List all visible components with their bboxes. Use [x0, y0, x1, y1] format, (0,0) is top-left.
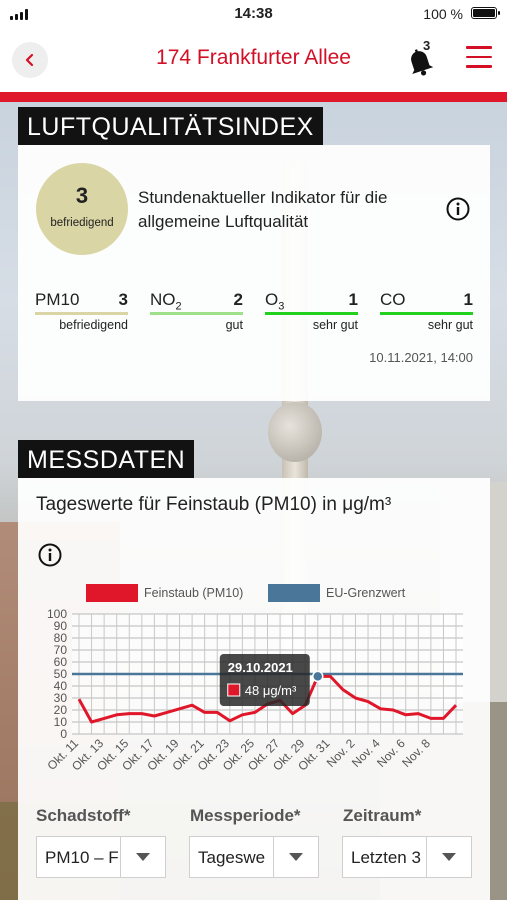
- air-quality-heading: LUFTQUALITÄTSINDEX: [18, 107, 323, 145]
- tv-tower-sphere: [268, 402, 322, 462]
- pollutant-co: CO 1 sehr gut: [380, 288, 473, 333]
- notification-count: 3: [423, 38, 431, 53]
- tooltip-swatch: [227, 683, 241, 697]
- y-tick-label: 30: [54, 691, 68, 705]
- range-select[interactable]: Letzten 3: [342, 836, 472, 878]
- pollutant-rating: sehr gut: [427, 318, 473, 332]
- aqi-label: befriedigend: [50, 217, 114, 229]
- chart-title: Tageswerte für Feinstaub (PM10) in μg/m³: [36, 494, 392, 515]
- filter-label-period: Messperiode*: [190, 806, 301, 825]
- info-icon[interactable]: [38, 543, 62, 567]
- filter-label-range: Zeitraum*: [343, 806, 422, 825]
- header-accent-bar: [0, 92, 507, 102]
- pollutant-value: 2: [233, 290, 243, 309]
- y-tick-label: 40: [54, 679, 68, 693]
- pollutant-bar: [380, 312, 473, 315]
- measurements-heading: MESSDATEN: [18, 440, 195, 478]
- info-icon[interactable]: [446, 197, 470, 221]
- tooltip-date: 29.10.2021: [228, 660, 293, 675]
- pollutant-name: PM10: [35, 290, 80, 309]
- filter-label-pollutant: Schadstoff*: [36, 806, 131, 825]
- bell-icon[interactable]: [400, 40, 440, 80]
- measurement-timestamp: 10.11.2021, 14:00: [369, 350, 473, 365]
- y-tick-label: 80: [54, 631, 68, 645]
- tooltip-value: 48 μg/m³: [245, 683, 297, 698]
- y-tick-label: 10: [54, 715, 68, 729]
- pollutant-name: CO: [380, 290, 406, 309]
- pollutant-value: 1: [348, 290, 358, 309]
- y-tick-label: 60: [54, 655, 68, 669]
- hamburger-menu-icon[interactable]: [466, 46, 492, 68]
- pollutant-name: O3: [265, 290, 285, 313]
- y-tick-label: 50: [54, 667, 68, 681]
- aqi-value: 3: [75, 183, 89, 208]
- battery-percent: 100 %: [423, 6, 463, 22]
- pollutant-pm10: PM10 3 befriedigend: [35, 288, 128, 333]
- select-value: Tageswe: [198, 848, 266, 867]
- pm10-chart[interactable]: 0102030405060708090100Okt. 11Okt. 13Okt.…: [0, 600, 507, 800]
- select-value: PM10 – F: [45, 848, 119, 867]
- chevron-down-icon: [273, 837, 318, 877]
- y-tick-label: 0: [60, 727, 67, 741]
- pollutant-rating: sehr gut: [312, 318, 358, 332]
- y-tick-label: 90: [54, 619, 68, 633]
- chevron-down-icon: [120, 837, 165, 877]
- y-tick-label: 70: [54, 643, 68, 657]
- battery-icon: [471, 7, 500, 19]
- pollutant-bar: [35, 312, 128, 315]
- legend-label: Feinstaub (PM10): [144, 586, 244, 600]
- pollutant-select[interactable]: PM10 – F: [36, 836, 166, 878]
- pollutant-rating: gut: [225, 318, 243, 332]
- period-select[interactable]: Tageswe: [189, 836, 319, 878]
- pollutant-value: 3: [118, 290, 128, 309]
- y-tick-label: 20: [54, 703, 68, 717]
- app-header: 174 Frankfurter Allee 3: [0, 30, 507, 92]
- y-tick-label: 100: [47, 607, 67, 621]
- select-value: Letzten 3: [351, 848, 421, 867]
- pollutant-bar: [150, 312, 243, 315]
- pollutant-rating: befriedigend: [59, 318, 128, 332]
- aqi-badge: 3 befriedigend: [36, 163, 128, 255]
- highlighted-point: [312, 670, 324, 683]
- status-bar: 14:38 100 %: [0, 0, 507, 30]
- pollutant-value: 1: [463, 290, 473, 309]
- pollutant-no2: NO2 2 gut: [150, 288, 243, 333]
- pollutant-bar: [265, 312, 358, 315]
- aqi-description: Stundenaktueller Indikator für die allge…: [138, 188, 388, 231]
- pollutant-name: NO2: [150, 290, 182, 313]
- x-tick-label: Nov. 8: [399, 736, 433, 770]
- chevron-down-icon: [426, 837, 471, 877]
- legend-label: EU-Grenzwert: [326, 586, 406, 600]
- pollutant-o3: O3 1 sehr gut: [265, 288, 358, 333]
